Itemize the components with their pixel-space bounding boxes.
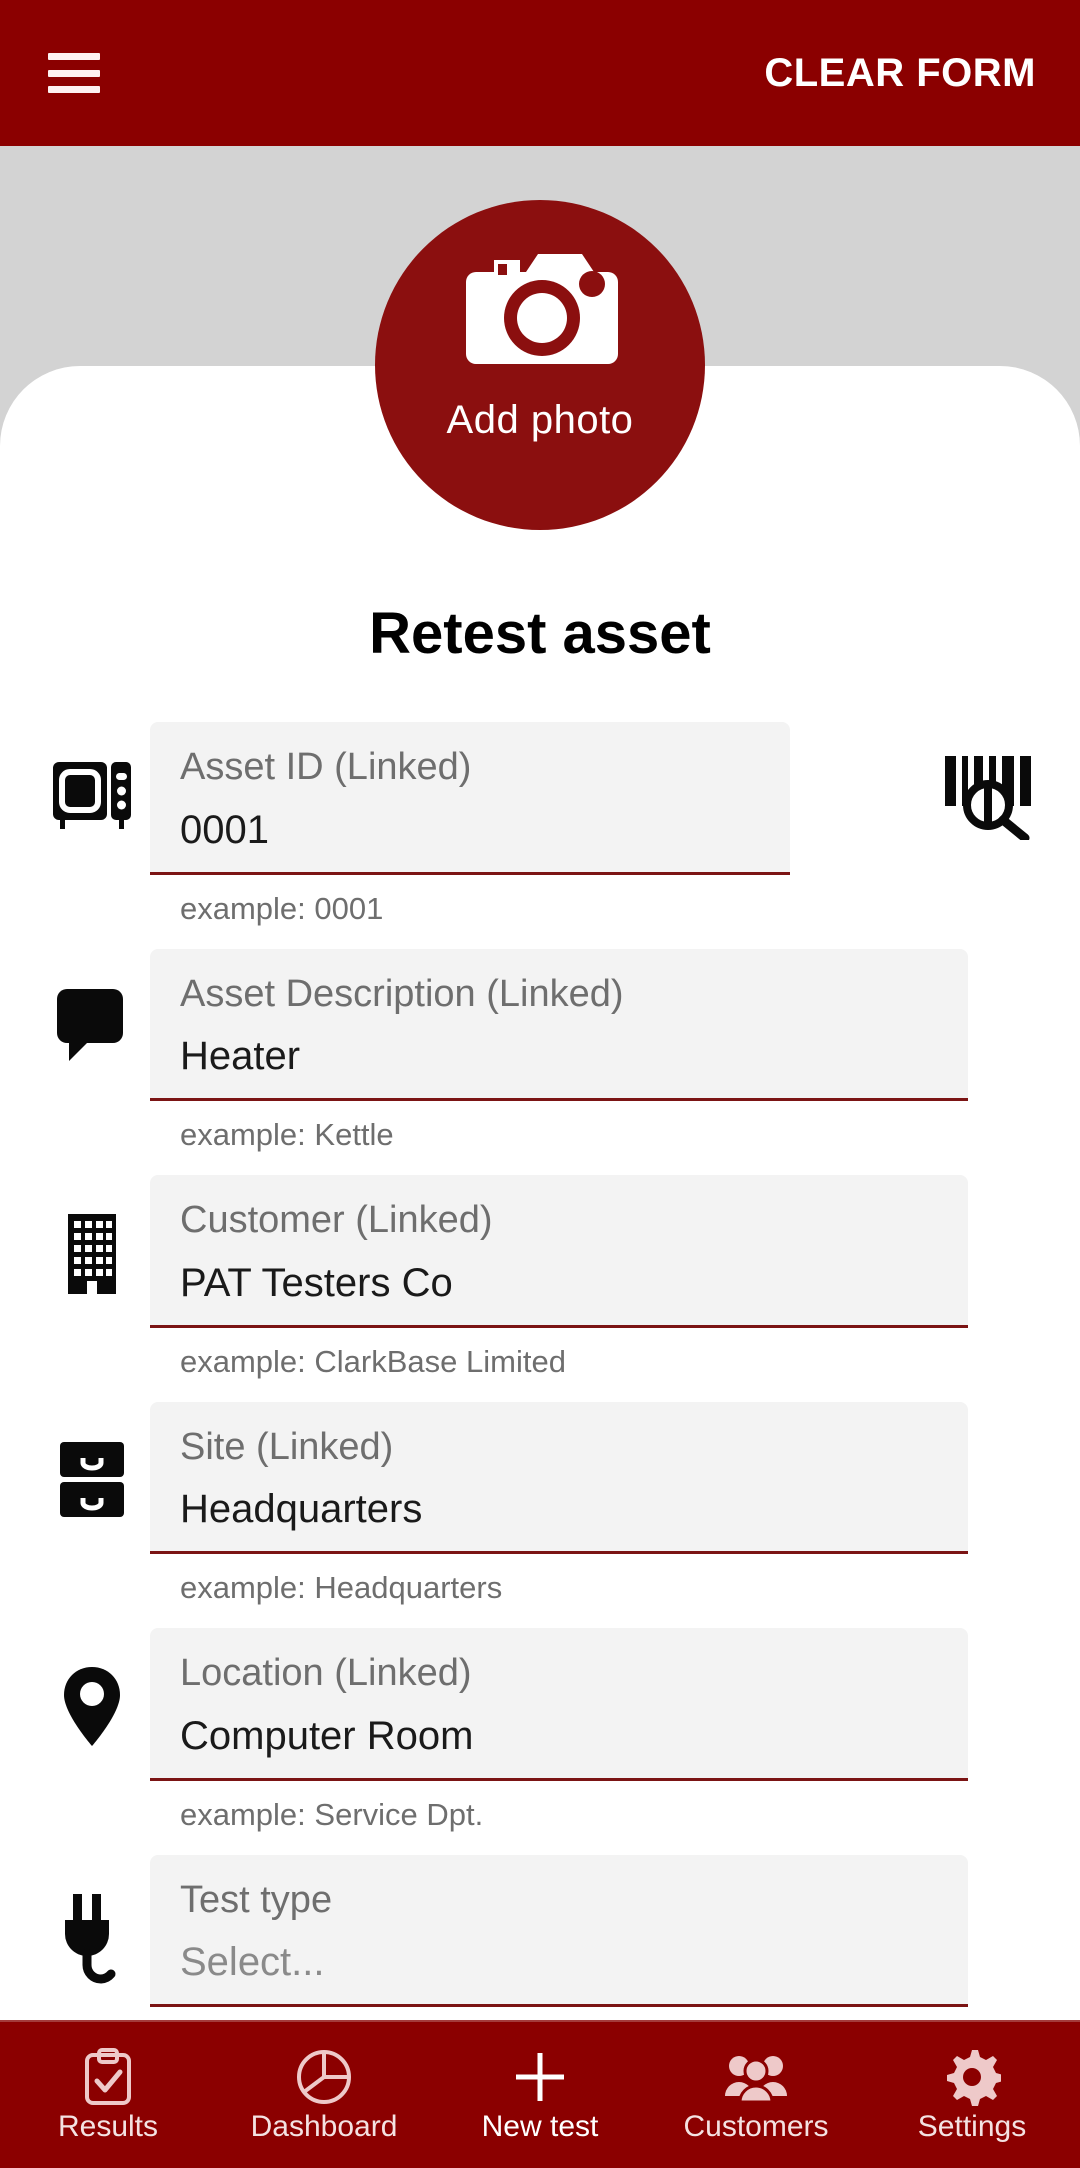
site-example: example: Headquarters (180, 1570, 503, 1605)
add-photo-label: Add photo (446, 398, 634, 442)
people-icon (724, 2048, 788, 2106)
asset-description-input[interactable]: Asset Description (Linked) Heater (150, 948, 968, 1101)
page-title: Retest asset (369, 601, 711, 666)
hamburger-bar (48, 53, 100, 60)
field-main-asset-description: Asset Description (Linked) Heater exampl… (150, 948, 1080, 1176)
plus-icon (512, 2048, 568, 2106)
nav-item-dashboard[interactable]: Dashboard (216, 2022, 432, 2168)
location-input[interactable]: Location (Linked) Computer Room (150, 1628, 968, 1781)
clipboard-check-icon (83, 2048, 133, 2106)
nav-item-new-test[interactable]: New test (432, 2022, 648, 2168)
bottom-navigation: Results Dashboard New test Customers Set… (0, 2020, 1080, 2168)
barcode-scan-button[interactable] (900, 722, 1080, 845)
pie-chart-icon (295, 2048, 353, 2106)
barcode-scan-icon (943, 754, 1037, 845)
hamburger-bar (48, 86, 100, 93)
test-type-value: Select... (180, 1940, 325, 1984)
field-main-customer: Customer (Linked) PAT Testers Co example… (150, 1175, 1080, 1402)
customer-value: PAT Testers Co (180, 1260, 453, 1305)
asset-description-label: Asset Description (Linked) (180, 972, 624, 1015)
power-plug-icon (34, 1855, 150, 1985)
location-example: example: Service Dpt. (180, 1796, 484, 1832)
customer-label: Customer (Linked) (180, 1199, 493, 1241)
gear-icon (943, 2048, 1001, 2106)
customer-example: example: ClarkBase Limited (180, 1343, 566, 1379)
test-type-label: Test type (180, 1878, 333, 1921)
asset-id-example: example: 0001 (180, 890, 384, 926)
hamburger-bar (48, 69, 100, 77)
nav-label-settings: Settings (917, 2110, 1027, 2143)
field-main-site: Site (Linked) Headquarters example: Head… (150, 1401, 1080, 1629)
nav-item-settings[interactable]: Settings (864, 2022, 1080, 2168)
comment-bubble-icon (34, 949, 150, 1063)
app-screen: CLEAR FORM Add photo Retest asset Asset … (0, 0, 1080, 2168)
test-type-select[interactable]: Test type Select... (150, 1854, 968, 2007)
location-value: Computer Room (180, 1713, 474, 1758)
nav-item-results[interactable]: Results (0, 2022, 216, 2168)
asset-description-value: Heater (180, 1034, 301, 1078)
building-icon (34, 1175, 150, 1295)
asset-id-value: 0001 (180, 807, 269, 852)
hamburger-menu-icon[interactable] (48, 53, 100, 93)
site-label: Site (Linked) (180, 1425, 394, 1468)
location-label: Location (Linked) (180, 1652, 472, 1694)
clear-form-button[interactable]: CLEAR FORM (764, 51, 1036, 96)
field-row-site: Site (Linked) Headquarters example: Head… (0, 1401, 1080, 1629)
field-main-test-type: Test type Select... (150, 1854, 1080, 2007)
field-row-location: Location (Linked) Computer Room example:… (0, 1628, 1080, 1855)
asset-description-example: example: Kettle (180, 1117, 394, 1152)
nav-label-new-test: New test (481, 2110, 599, 2143)
asset-id-input[interactable]: Asset ID (Linked) 0001 (150, 722, 790, 875)
field-main-location: Location (Linked) Computer Room example:… (150, 1628, 1080, 1855)
app-bar: CLEAR FORM (0, 0, 1080, 146)
field-main-asset-id: Asset ID (Linked) 0001 example: 0001 (150, 722, 900, 949)
nav-label-customers: Customers (683, 2110, 829, 2143)
retest-asset-form: Asset ID (Linked) 0001 example: 0001 Ass… (0, 722, 1080, 2007)
field-row-test-type: Test type Select... (0, 1854, 1080, 2007)
nav-item-customers[interactable]: Customers (648, 2022, 864, 2168)
microwave-icon (34, 722, 150, 832)
customer-input[interactable]: Customer (Linked) PAT Testers Co (150, 1175, 968, 1328)
nav-label-dashboard: Dashboard (250, 2110, 398, 2143)
asset-id-label: Asset ID (Linked) (180, 746, 472, 788)
camera-icon (440, 242, 640, 392)
site-value: Headquarters (180, 1487, 423, 1531)
field-row-asset-description: Asset Description (Linked) Heater exampl… (0, 948, 1080, 1176)
field-row-customer: Customer (Linked) PAT Testers Co example… (0, 1175, 1080, 1402)
map-pin-icon (34, 1628, 150, 1748)
site-input[interactable]: Site (Linked) Headquarters (150, 1401, 968, 1554)
add-photo-button[interactable]: Add photo (375, 200, 705, 530)
nav-label-results: Results (57, 2110, 159, 2143)
filing-cabinet-icon (34, 1402, 150, 1520)
field-row-asset-id: Asset ID (Linked) 0001 example: 0001 (0, 722, 1080, 949)
